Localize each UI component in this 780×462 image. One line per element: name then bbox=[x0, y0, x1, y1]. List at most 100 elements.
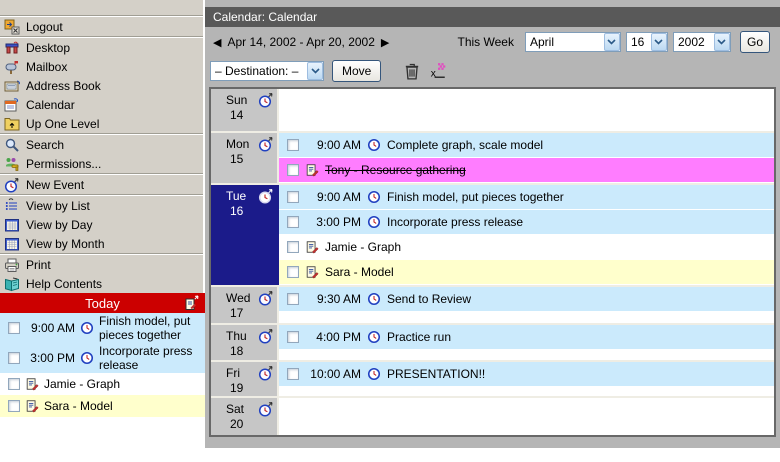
event-row[interactable]: 10:00 AM PRESENTATION!! bbox=[279, 362, 774, 387]
day-number: 15 bbox=[214, 152, 274, 166]
note-icon bbox=[305, 240, 319, 254]
sidebar-item-permissions[interactable]: Permissions... bbox=[0, 154, 203, 173]
new-note-icon[interactable] bbox=[183, 295, 201, 311]
day-cell[interactable]: Thu 18 bbox=[211, 325, 279, 360]
event-row[interactable]: 9:30 AM Send to Review bbox=[279, 287, 774, 312]
calendar-icon bbox=[3, 97, 20, 113]
day-events: 9:00 AM Finish model, put pieces togethe… bbox=[279, 185, 774, 285]
event-time: 9:30 AM bbox=[305, 292, 361, 306]
sidebar-item-print[interactable]: Print bbox=[0, 255, 203, 274]
event-checkbox[interactable] bbox=[8, 400, 20, 412]
event-checkbox[interactable] bbox=[8, 352, 20, 364]
day-row-wed: Wed 17 9:30 AM Send to Review bbox=[211, 287, 774, 325]
sidebar-menu-item-label: View by Month bbox=[26, 237, 105, 251]
month-select-value: April bbox=[526, 35, 604, 49]
event-row[interactable]: 3:00 PM Incorporate press release bbox=[0, 343, 205, 373]
event-checkbox[interactable] bbox=[287, 216, 299, 228]
purge-delete-icon[interactable]: x bbox=[429, 62, 447, 80]
clock-icon bbox=[80, 351, 94, 365]
event-checkbox[interactable] bbox=[287, 266, 299, 278]
destination-select[interactable]: – Destination: – bbox=[210, 61, 324, 81]
prev-week-arrow[interactable]: ◀ bbox=[213, 36, 221, 49]
trash-icon[interactable] bbox=[403, 62, 421, 80]
sidebar-item-calendar[interactable]: Calendar bbox=[0, 95, 203, 114]
event-checkbox[interactable] bbox=[8, 378, 20, 390]
event-checkbox[interactable] bbox=[287, 241, 299, 253]
event-row[interactable]: 9:00 AM Complete graph, scale model bbox=[279, 133, 774, 158]
event-row[interactable]: 9:00 AM Finish model, put pieces togethe… bbox=[279, 185, 774, 210]
day-name: Thu bbox=[214, 329, 247, 343]
event-row[interactable]: Sara - Model bbox=[279, 260, 774, 285]
sidebar-item-view-by-day[interactable]: View by Day bbox=[0, 215, 203, 234]
event-checkbox[interactable] bbox=[287, 191, 299, 203]
day-row-fri: Fri 19 10:00 AM PRESENTATION!! bbox=[211, 362, 774, 398]
this-week-label: This Week bbox=[458, 35, 514, 49]
new-event-icon[interactable] bbox=[258, 92, 274, 108]
sidebar-item-view-by-month[interactable]: View by Month bbox=[0, 234, 203, 253]
clock-icon bbox=[367, 215, 381, 229]
new-event-icon[interactable] bbox=[258, 290, 274, 306]
desktop-icon bbox=[3, 40, 20, 56]
mailbox-icon bbox=[3, 59, 20, 75]
address-book-icon bbox=[3, 78, 20, 94]
event-title: Complete graph, scale model bbox=[387, 138, 543, 152]
event-row[interactable]: 4:00 PM Practice run bbox=[279, 325, 774, 350]
new-event-icon[interactable] bbox=[258, 401, 274, 417]
event-title: Sara - Model bbox=[325, 265, 394, 279]
move-button[interactable]: Move bbox=[332, 60, 381, 82]
day-cell[interactable]: Wed 17 bbox=[211, 287, 279, 323]
event-title: Practice run bbox=[387, 330, 451, 344]
event-checkbox[interactable] bbox=[287, 368, 299, 380]
day-select[interactable]: 16 bbox=[626, 32, 668, 52]
sidebar-menu-item-label: Logout bbox=[26, 20, 63, 34]
event-checkbox[interactable] bbox=[287, 293, 299, 305]
day-cell[interactable]: Fri 19 bbox=[211, 362, 279, 396]
day-cell[interactable]: Tue 16 bbox=[211, 185, 279, 285]
new-event-icon[interactable] bbox=[258, 328, 274, 344]
sidebar-item-mailbox[interactable]: Mailbox bbox=[0, 57, 203, 76]
event-row[interactable]: Sara - Model bbox=[0, 395, 205, 417]
new-event-icon[interactable] bbox=[258, 188, 274, 204]
sidebar-item-desktop[interactable]: Desktop bbox=[0, 38, 203, 57]
day-number: 16 bbox=[214, 204, 274, 218]
view-list-icon bbox=[3, 198, 20, 214]
event-row[interactable]: Tony - Resource gathering bbox=[279, 158, 774, 183]
day-cell[interactable]: Sun 14 bbox=[211, 89, 279, 131]
week-nav-row: ◀ Apr 14, 2002 - Apr 20, 2002 ▶ This Wee… bbox=[205, 27, 780, 57]
chevron-down-icon bbox=[604, 33, 620, 51]
event-row[interactable]: 3:00 PM Incorporate press release bbox=[279, 210, 774, 235]
event-checkbox[interactable] bbox=[287, 164, 299, 176]
sidebar-menu-item-label: Search bbox=[26, 138, 64, 152]
new-event-icon[interactable] bbox=[258, 136, 274, 152]
day-events: 10:00 AM PRESENTATION!! bbox=[279, 362, 774, 396]
event-checkbox[interactable] bbox=[287, 331, 299, 343]
sidebar-menu-item-label: Calendar bbox=[26, 98, 75, 112]
clock-icon bbox=[367, 138, 381, 152]
month-select[interactable]: April bbox=[525, 32, 621, 52]
event-row[interactable]: Jamie - Graph bbox=[0, 373, 205, 395]
clock-icon bbox=[80, 321, 94, 335]
day-cell[interactable]: Sat 20 bbox=[211, 398, 279, 435]
day-cell[interactable]: Mon 15 bbox=[211, 133, 279, 183]
year-select[interactable]: 2002 bbox=[673, 32, 731, 52]
day-events: 4:00 PM Practice run bbox=[279, 325, 774, 360]
sidebar-item-help-contents[interactable]: Help Contents bbox=[0, 274, 203, 293]
day-row-thu: Thu 18 4:00 PM Practice run bbox=[211, 325, 774, 362]
event-title: Sara - Model bbox=[44, 399, 148, 413]
event-title: Finish model, put pieces together bbox=[387, 190, 564, 204]
event-time: 10:00 AM bbox=[305, 367, 361, 381]
event-row[interactable]: Jamie - Graph bbox=[279, 235, 774, 260]
sidebar-item-up-one-level[interactable]: Up One Level bbox=[0, 114, 203, 133]
today-event-list: 9:00 AM Finish model, put pieces togethe… bbox=[0, 313, 205, 417]
sidebar-item-address-book[interactable]: Address Book bbox=[0, 76, 203, 95]
sidebar-item-view-by-list[interactable]: View by List bbox=[0, 196, 203, 215]
sidebar-item-search[interactable]: Search bbox=[0, 135, 203, 154]
new-event-icon[interactable] bbox=[258, 365, 274, 381]
event-checkbox[interactable] bbox=[287, 139, 299, 151]
next-week-arrow[interactable]: ▶ bbox=[381, 36, 389, 49]
sidebar-item-logout[interactable]: Logout bbox=[0, 17, 203, 36]
sidebar-item-new-event[interactable]: New Event bbox=[0, 175, 203, 194]
event-checkbox[interactable] bbox=[8, 322, 20, 334]
go-button[interactable]: Go bbox=[740, 31, 770, 53]
event-row[interactable]: 9:00 AM Finish model, put pieces togethe… bbox=[0, 313, 205, 343]
